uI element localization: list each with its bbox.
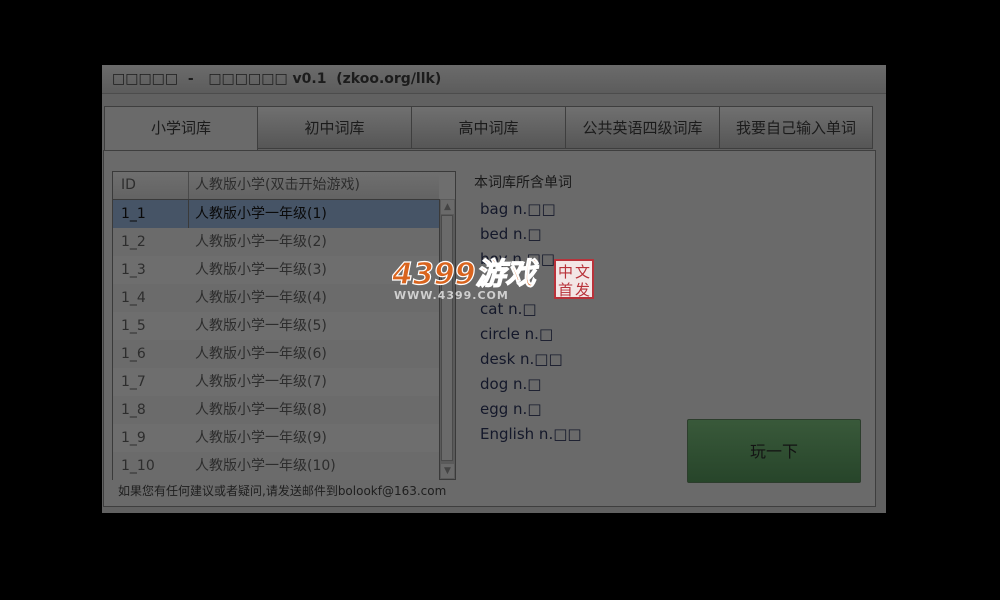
row-name: 人教版小学一年级(6) bbox=[195, 346, 327, 362]
tab-middle-school-vocab[interactable]: 初中词库 bbox=[257, 106, 412, 149]
svg-text:中: 中 bbox=[558, 263, 573, 281]
list-row[interactable]: 1_2 人教版小学一年级(2) bbox=[113, 228, 439, 256]
row-id: 1_8 bbox=[121, 402, 146, 418]
play-button[interactable]: 玩一下 bbox=[687, 419, 861, 483]
word-item: egg n.□ bbox=[480, 400, 542, 418]
window-title: □□□□□ - □□□□□□ v0.1 (zkoo.org/llk) bbox=[102, 65, 886, 94]
tab-primary-vocab[interactable]: 小学词库 bbox=[104, 106, 258, 151]
word-list-title: 本词库所含单词 bbox=[474, 175, 572, 191]
logo-url: WWW.4399.COM bbox=[394, 289, 509, 302]
row-name: 人教版小学一年级(10) bbox=[195, 458, 336, 474]
scroll-up-arrow-icon[interactable]: ▲ bbox=[441, 200, 454, 214]
column-header-name[interactable]: 人教版小学(双击开始游戏) bbox=[195, 172, 360, 199]
list-row[interactable]: 1_6 人教版小学一年级(6) bbox=[113, 340, 439, 368]
row-id: 1_3 bbox=[121, 262, 146, 278]
row-id: 1_5 bbox=[121, 318, 146, 334]
list-row[interactable]: 1_4 人教版小学一年级(4) bbox=[113, 284, 439, 312]
scroll-thumb[interactable] bbox=[441, 215, 453, 461]
stamp-seal-icon: 中 文 首 发 bbox=[554, 259, 594, 299]
scroll-down-arrow-icon[interactable]: ▼ bbox=[441, 464, 454, 478]
row-id: 1_9 bbox=[121, 430, 146, 446]
logo-brand: 4399游戏 bbox=[392, 257, 539, 292]
word-item: desk n.□□ bbox=[480, 350, 563, 368]
word-item: dog n.□ bbox=[480, 375, 542, 393]
tab-cet4-vocab[interactable]: 公共英语四级词库 bbox=[565, 106, 720, 149]
4399-watermark-logo: 4399游戏 WWW.4399.COM 中 文 首 发 bbox=[392, 256, 594, 302]
contact-footer: 如果您有任何建议或者疑问,请发送邮件到bolookf@163.com bbox=[118, 484, 447, 498]
word-item: bed n.□ bbox=[480, 225, 542, 243]
tab-panel: ID 人教版小学(双击开始游戏) 1_1 人教版小学一年级(1) 1_2 人教版… bbox=[103, 150, 876, 507]
list-row[interactable]: 1_3 人教版小学一年级(3) bbox=[113, 256, 439, 284]
row-name: 人教版小学一年级(7) bbox=[195, 374, 327, 390]
tab-custom-words[interactable]: 我要自己输入单词 bbox=[719, 106, 873, 149]
list-header: ID 人教版小学(双击开始游戏) bbox=[113, 172, 439, 200]
list-row-selected[interactable]: 1_1 人教版小学一年级(1) bbox=[113, 200, 439, 228]
list-row[interactable]: 1_8 人教版小学一年级(8) bbox=[113, 396, 439, 424]
row-name: 人教版小学一年级(9) bbox=[195, 430, 327, 446]
list-row[interactable]: 1_10 人教版小学一年级(10) bbox=[113, 452, 439, 480]
list-row[interactable]: 1_9 人教版小学一年级(9) bbox=[113, 424, 439, 452]
tab-container: 小学词库 初中词库 高中词库 公共英语四级词库 我要自己输入单词 ID 人教版小… bbox=[102, 104, 886, 513]
word-item: bag n.□□ bbox=[480, 200, 556, 218]
row-id: 1_2 bbox=[121, 234, 146, 250]
svg-text:首: 首 bbox=[558, 281, 573, 299]
list-row[interactable]: 1_5 人教版小学一年级(5) bbox=[113, 312, 439, 340]
row-id: 1_6 bbox=[121, 346, 146, 362]
row-id: 1_10 bbox=[121, 458, 155, 474]
row-name: 人教版小学一年级(8) bbox=[195, 402, 327, 418]
row-id: 1_1 bbox=[121, 206, 146, 222]
word-item: English n.□□ bbox=[480, 425, 582, 443]
row-name: 人教版小学一年级(1) bbox=[195, 206, 327, 222]
row-id: 1_7 bbox=[121, 374, 146, 390]
row-name: 人教版小学一年级(2) bbox=[195, 234, 327, 250]
row-id: 1_4 bbox=[121, 290, 146, 306]
tab-high-school-vocab[interactable]: 高中词库 bbox=[411, 106, 566, 149]
column-header-id[interactable]: ID bbox=[121, 172, 136, 199]
lesson-list[interactable]: ID 人教版小学(双击开始游戏) 1_1 人教版小学一年级(1) 1_2 人教版… bbox=[112, 171, 456, 480]
word-item: cat n.□ bbox=[480, 300, 537, 318]
row-name: 人教版小学一年级(3) bbox=[195, 262, 327, 278]
svg-text:发: 发 bbox=[575, 281, 590, 299]
word-item: circle n.□ bbox=[480, 325, 554, 343]
list-row[interactable]: 1_7 人教版小学一年级(7) bbox=[113, 368, 439, 396]
row-name: 人教版小学一年级(5) bbox=[195, 318, 327, 334]
svg-text:文: 文 bbox=[575, 263, 590, 281]
list-scrollbar[interactable]: ▲ ▼ bbox=[439, 199, 455, 479]
row-name: 人教版小学一年级(4) bbox=[195, 290, 327, 306]
